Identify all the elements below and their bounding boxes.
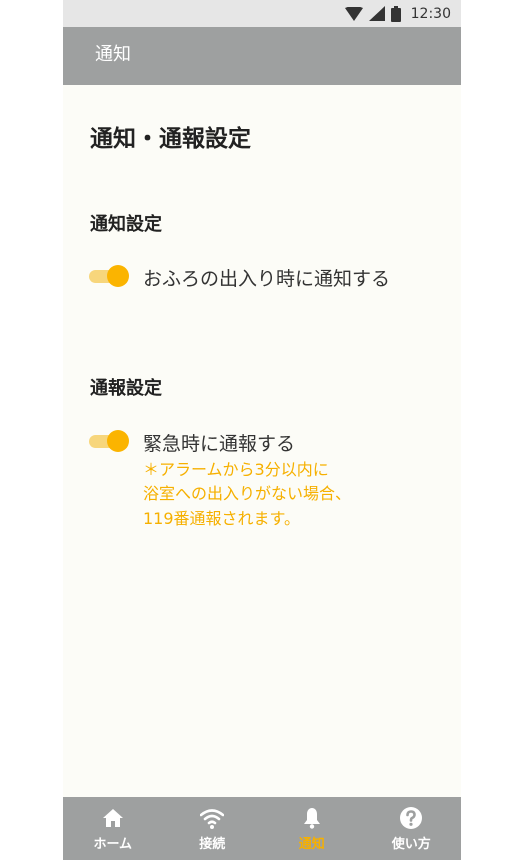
toggle-thumb (107, 430, 129, 452)
nav-item-home[interactable]: ホーム (63, 797, 163, 860)
nav-item-help[interactable]: 使い方 (362, 797, 462, 860)
status-bar: 12:30 (63, 0, 461, 27)
app-bar-title: 通知 (95, 44, 131, 65)
wifi-icon (200, 809, 225, 829)
bottom-navigation: ホーム 接続 通知 使い方 (63, 797, 461, 860)
toggle-thumb (107, 265, 129, 287)
emergency-report-toggle-label: 緊急時に通報する (143, 433, 296, 455)
notification-toggle-label: おふろの出入り時に通知する (143, 268, 391, 290)
report-note-line-2: 浴室への出入りがない場合、 (143, 484, 352, 503)
battery-icon (390, 5, 401, 22)
help-icon (400, 807, 423, 829)
status-time: 12:30 (410, 5, 451, 22)
report-note-line-1: ＊アラームから3分以内に (143, 460, 329, 479)
nav-label-notifications: 通知 (298, 837, 325, 852)
nav-label-help: 使い方 (391, 837, 431, 852)
page-title: 通知・通報設定 (90, 126, 251, 152)
cell-signal-icon (368, 6, 385, 21)
nav-item-notifications[interactable]: 通知 (262, 797, 362, 860)
app-bar: 通知 (63, 27, 461, 85)
phone-screen: 12:30 通知 通知・通報設定 通知設定 おふろの出入り時に通知する 通報設定… (63, 0, 461, 860)
report-section-heading: 通報設定 (90, 378, 162, 399)
emergency-report-toggle[interactable] (89, 430, 129, 452)
nav-label-home: ホーム (93, 837, 133, 852)
home-icon (102, 809, 123, 827)
report-note-line-3: 119番通報されます。 (143, 509, 300, 528)
status-icons: 12:30 (344, 0, 451, 27)
nav-item-connect[interactable]: 接続 (163, 797, 263, 860)
nav-label-connect: 接続 (199, 837, 226, 852)
notification-section-heading: 通知設定 (90, 214, 162, 235)
notification-toggle[interactable] (89, 265, 129, 287)
bell-icon (303, 808, 320, 829)
wifi-signal-icon (344, 6, 363, 21)
